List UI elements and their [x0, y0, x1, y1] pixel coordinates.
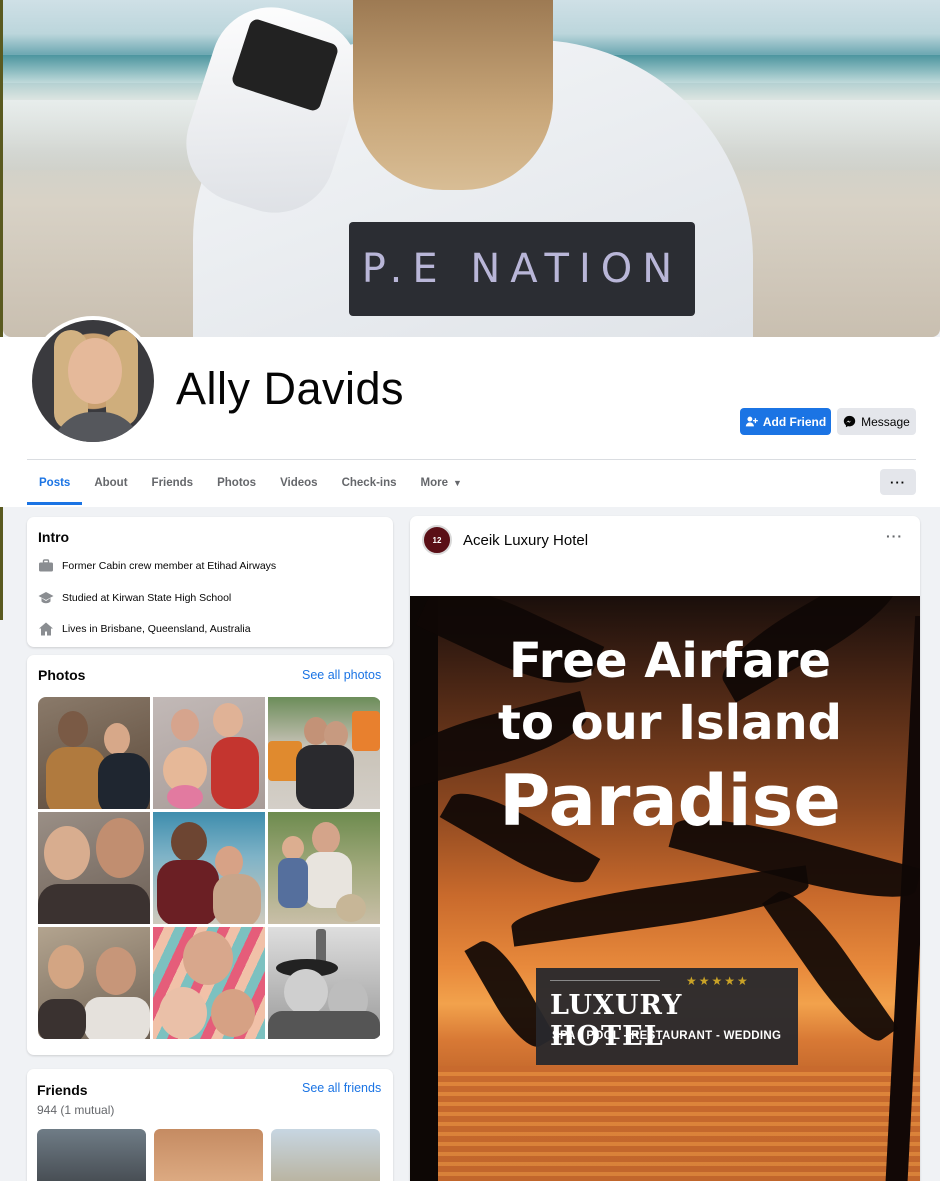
ad-headline-paradise: Paradise — [499, 760, 841, 842]
luxury-hotel-badge: ★★★★★ LUXURY HOTEL SPA - POOL - RESTAURA… — [536, 968, 798, 1065]
sponsored-post: 12 Aceik Luxury Hotel ··· Free Airfare t… — [410, 516, 920, 1181]
add-friend-button[interactable]: Add Friend — [740, 408, 831, 435]
post-author-name[interactable]: Aceik Luxury Hotel — [463, 532, 588, 549]
star-rating-icon: ★★★★★ — [686, 974, 750, 988]
photo-thumbnail[interactable] — [153, 812, 265, 924]
profile-tabs: Posts About Friends Photos Videos Check-… — [27, 460, 474, 505]
friend-thumbnail[interactable] — [271, 1129, 380, 1181]
message-button[interactable]: Message — [837, 408, 916, 435]
home-icon — [39, 622, 53, 636]
intro-work-link[interactable]: Etihad Airways — [207, 560, 276, 572]
photo-thumbnail[interactable] — [153, 927, 265, 1039]
profile-avatar[interactable] — [28, 316, 158, 446]
tab-more[interactable]: More ▼ — [409, 460, 474, 505]
post-options-button[interactable]: ··· — [886, 528, 903, 544]
cover-photo[interactable]: P.E NATION — [3, 0, 940, 337]
friend-thumbnail[interactable] — [154, 1129, 263, 1181]
intro-city-link[interactable]: Brisbane, Queensland, Australia — [101, 623, 251, 635]
intro-school-link[interactable]: Kirwan State High School — [112, 592, 231, 604]
profile-name: Ally Davids — [176, 363, 405, 414]
ad-headline: Free Airfare to our Island — [498, 633, 842, 751]
add-friend-label: Add Friend — [762, 414, 827, 429]
photo-thumbnail[interactable] — [268, 927, 380, 1039]
photo-thumbnail[interactable] — [38, 697, 150, 809]
badge-subtitle: SPA - POOL - RESTAURANT - WEDDING — [552, 1030, 782, 1042]
badge-title: LUXURY HOTEL — [550, 990, 683, 1052]
photo-thumbnail[interactable] — [268, 812, 380, 924]
intro-location: Lives in Brisbane, Queensland, Australia — [38, 621, 251, 637]
friends-title: Friends — [37, 1082, 88, 1098]
tab-videos[interactable]: Videos — [268, 460, 330, 505]
see-all-photos-link[interactable]: See all photos — [302, 668, 381, 682]
tab-check-ins[interactable]: Check-ins — [330, 460, 409, 505]
intro-card: Intro Former Cabin crew member at Etihad… — [27, 517, 393, 647]
ad-image[interactable]: Free Airfare to our Island Paradise ★★★★… — [410, 596, 920, 1181]
cover-patch: P.E NATION — [349, 222, 695, 316]
friends-card: Friends See all friends 944 (1 mutual) — [27, 1069, 393, 1181]
graduation-cap-icon — [38, 592, 54, 604]
message-label: Message — [861, 414, 910, 429]
tab-posts[interactable]: Posts — [27, 460, 83, 505]
photos-title: Photos — [38, 667, 86, 683]
see-all-friends-link[interactable]: See all friends — [302, 1081, 381, 1095]
messenger-icon — [843, 415, 856, 428]
add-user-icon — [745, 416, 758, 427]
friends-count: 944 (1 mutual) — [37, 1103, 115, 1117]
caret-down-icon: ▼ — [453, 477, 462, 488]
friend-thumbnail[interactable] — [37, 1129, 146, 1181]
tab-about[interactable]: About — [82, 460, 139, 505]
tab-photos[interactable]: Photos — [205, 460, 268, 505]
photo-thumbnail[interactable] — [38, 812, 150, 924]
ad-sea — [410, 1066, 920, 1181]
photo-thumbnail[interactable] — [153, 697, 265, 809]
intro-title: Intro — [38, 529, 70, 545]
photos-card: Photos See all photos — [27, 655, 393, 1055]
photo-thumbnail[interactable] — [38, 927, 150, 1039]
friends-grid — [37, 1129, 380, 1181]
briefcase-icon — [39, 559, 53, 572]
photo-grid — [38, 697, 381, 1039]
cover-hair — [353, 0, 553, 190]
more-options-button[interactable]: ··· — [880, 469, 916, 495]
photo-thumbnail[interactable] — [268, 697, 380, 809]
intro-education: Studied at Kirwan State High School — [38, 590, 231, 606]
tab-friends[interactable]: Friends — [140, 460, 206, 505]
tab-more-label: More — [420, 476, 449, 489]
post-author-avatar[interactable]: 12 — [422, 525, 452, 555]
intro-work: Former Cabin crew member at Etihad Airwa… — [38, 558, 276, 574]
